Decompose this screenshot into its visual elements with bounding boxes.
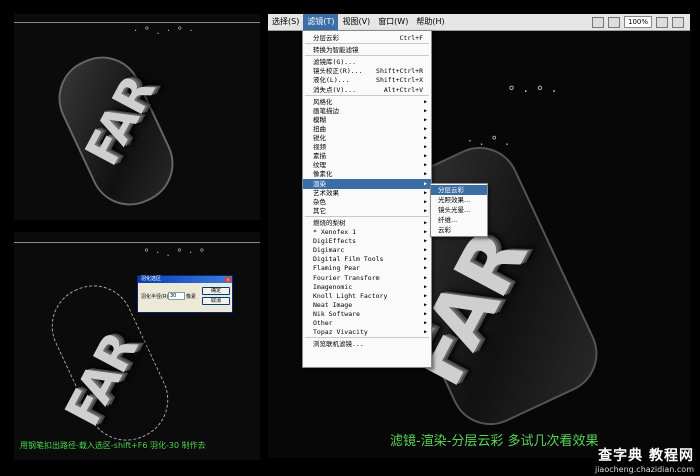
menu-item-label: 艺术效果 xyxy=(313,188,339,197)
menu-item-shortcut: Alt+Ctrl+V xyxy=(383,85,423,94)
filter-menu-item[interactable]: 其它 ▶ xyxy=(303,206,431,216)
cancel-button[interactable]: 取消 xyxy=(202,297,230,305)
menu-item-label: 纹理 xyxy=(313,161,326,170)
render-submenu-item[interactable]: 光照效果... xyxy=(431,195,487,205)
water-splash: ° · . ° · ° xyxy=(144,248,207,259)
arrange-icon[interactable] xyxy=(672,16,684,28)
filter-menu-item[interactable]: Topaz Vivacity ▶ xyxy=(303,327,431,337)
menu-item-label: 液化(L)... xyxy=(313,76,350,85)
menu-item-label: Topaz Vivacity xyxy=(313,328,368,337)
ok-button[interactable]: 确定 xyxy=(202,287,230,295)
menu-item-label: Nik Software xyxy=(313,309,360,318)
water-splash: · . ° . xyxy=(468,134,511,148)
render-submenu-item[interactable]: 镜头光晕... xyxy=(431,205,487,215)
zoom-level[interactable]: 100% xyxy=(623,16,652,28)
menu-item-label: Digital Film Tools xyxy=(313,255,384,264)
radius-label: 羽化半径(R): xyxy=(141,294,171,300)
watermark-title: 查字典 教程网 xyxy=(598,448,694,464)
menu-item-label: 像素化 xyxy=(313,170,333,179)
render-submenu: 分层云彩 光照效果... 镜头光晕... 纤维... 云彩 xyxy=(430,183,488,237)
menu-item-label: 画笔描边 xyxy=(313,106,339,115)
menu-separator xyxy=(305,55,429,57)
menu-item-label: 消失点(V)... xyxy=(313,85,356,94)
menu-item-label: 镜头校正(R)... xyxy=(313,67,363,76)
water-splash: ° · ° · xyxy=(508,84,559,100)
caption-main: 滤镜-渲染-分层云彩 多试几次看效果 xyxy=(390,434,599,449)
menu-item-label: 渲染 xyxy=(313,179,326,188)
menu-item-label: 模糊 xyxy=(313,115,326,124)
menu-separator xyxy=(305,94,429,96)
menu-item-label: 分层云彩 xyxy=(313,34,339,42)
menu-item-label: 转换为智能滤镜 xyxy=(313,46,359,55)
dialog-title: 羽化选区 xyxy=(141,276,162,282)
render-submenu-item[interactable]: 云彩 xyxy=(431,225,487,235)
menu-item-label: Neat Image xyxy=(313,300,353,309)
watermark-url: jiaocheng.chazidian.com xyxy=(594,465,694,474)
site-watermark: 查字典 教程网 jiaocheng.chazidian.com xyxy=(595,445,694,474)
menu-item-label: 滤镜库(G)... xyxy=(313,58,356,67)
menu-item-label: 浏览联机滤镜... xyxy=(313,340,364,349)
caption-left: 用钢笔扣出路径-载入选区-shift+F6 羽化-30 制作去 xyxy=(20,441,206,450)
menu-item-label: 扭曲 xyxy=(313,124,326,133)
menu-item-label: Knoll Light Factory xyxy=(313,291,388,300)
feather-dialog: 羽化选区 × 羽化半径(R): 30 像素 确定 取消 xyxy=(137,275,233,313)
menu-item-label: DigiEffects xyxy=(313,237,357,246)
menu-window[interactable]: 窗口(W) xyxy=(374,14,412,30)
menu-item-label: 风格化 xyxy=(313,97,333,106)
menu-separator xyxy=(305,43,429,45)
render-submenu-item[interactable]: 纤维... xyxy=(431,215,487,225)
water-splash: · ° . · ° · xyxy=(134,26,195,37)
filter-menu-item[interactable]: 分层云彩 Ctrl+F xyxy=(303,33,431,43)
menu-item-label: 视频 xyxy=(313,143,326,152)
filter-menu-item[interactable]: 浏览联机滤镜... xyxy=(303,339,431,349)
screen-mode-icon[interactable] xyxy=(656,16,668,28)
menubar: 选择(S) 滤镜(T) 视图(V) 窗口(W) 帮助(H) 100% xyxy=(268,14,690,31)
filter-menu-item[interactable]: 转换为智能滤镜 xyxy=(303,45,431,55)
menu-view[interactable]: 视图(V) xyxy=(338,14,374,30)
menu-separator xyxy=(305,215,429,217)
preview-bottom-panel: ° · . ° · ° FAR 用钢笔扣出路径-载入选区-shift+F6 羽化… xyxy=(14,232,260,460)
menu-item-label: 燃烧的梨树 xyxy=(313,218,346,227)
radius-unit: 像素 xyxy=(186,294,197,300)
menu-item-label: Imagenomic xyxy=(313,282,353,291)
menu-separator xyxy=(305,337,429,339)
close-icon[interactable]: × xyxy=(225,277,231,282)
menu-item-label: Other xyxy=(313,319,333,327)
toolbar-right: 100% xyxy=(591,16,690,28)
menu-item-label: 杂色 xyxy=(313,197,326,206)
menu-filter[interactable]: 滤镜(T) xyxy=(303,14,339,30)
filter-menu: 分层云彩 Ctrl+F 转换为智能滤镜 滤镜库(G)... 镜头校正(R)... Shif… xyxy=(302,30,432,368)
menu-help[interactable]: 帮助(H) xyxy=(412,14,448,30)
preview-top-panel: · ° . · ° · FAR xyxy=(14,14,260,220)
filter-menu-item[interactable]: 消失点(V)... Alt+Ctrl+V xyxy=(303,85,431,95)
menu-select[interactable]: 选择(S) xyxy=(268,14,303,30)
menu-item-label: * Xenofex 1 xyxy=(313,228,357,236)
zoom-tool-icon[interactable] xyxy=(607,16,620,28)
submenu-arrow-icon: ▶ xyxy=(423,207,427,214)
radius-input[interactable]: 30 xyxy=(168,292,185,300)
water-surface xyxy=(14,22,260,23)
menu-item-label: Digimarc xyxy=(313,246,345,255)
menu-item-label: Flaming Pear xyxy=(313,264,360,273)
render-submenu-item[interactable]: 分层云彩 xyxy=(431,185,487,195)
dialog-titlebar: 羽化选区 × xyxy=(138,276,232,283)
menu-item-label: Fourier Transform xyxy=(313,273,380,282)
menu-item-shortcut: Ctrl+F xyxy=(399,34,423,42)
menu-item-label: 其它 xyxy=(313,206,326,215)
menu-item-label: 素描 xyxy=(313,152,326,161)
menu-item-label: 锐化 xyxy=(313,134,326,142)
submenu-arrow-icon: ▶ xyxy=(423,329,427,336)
water-surface xyxy=(14,242,260,243)
hand-tool-icon[interactable] xyxy=(591,16,604,28)
